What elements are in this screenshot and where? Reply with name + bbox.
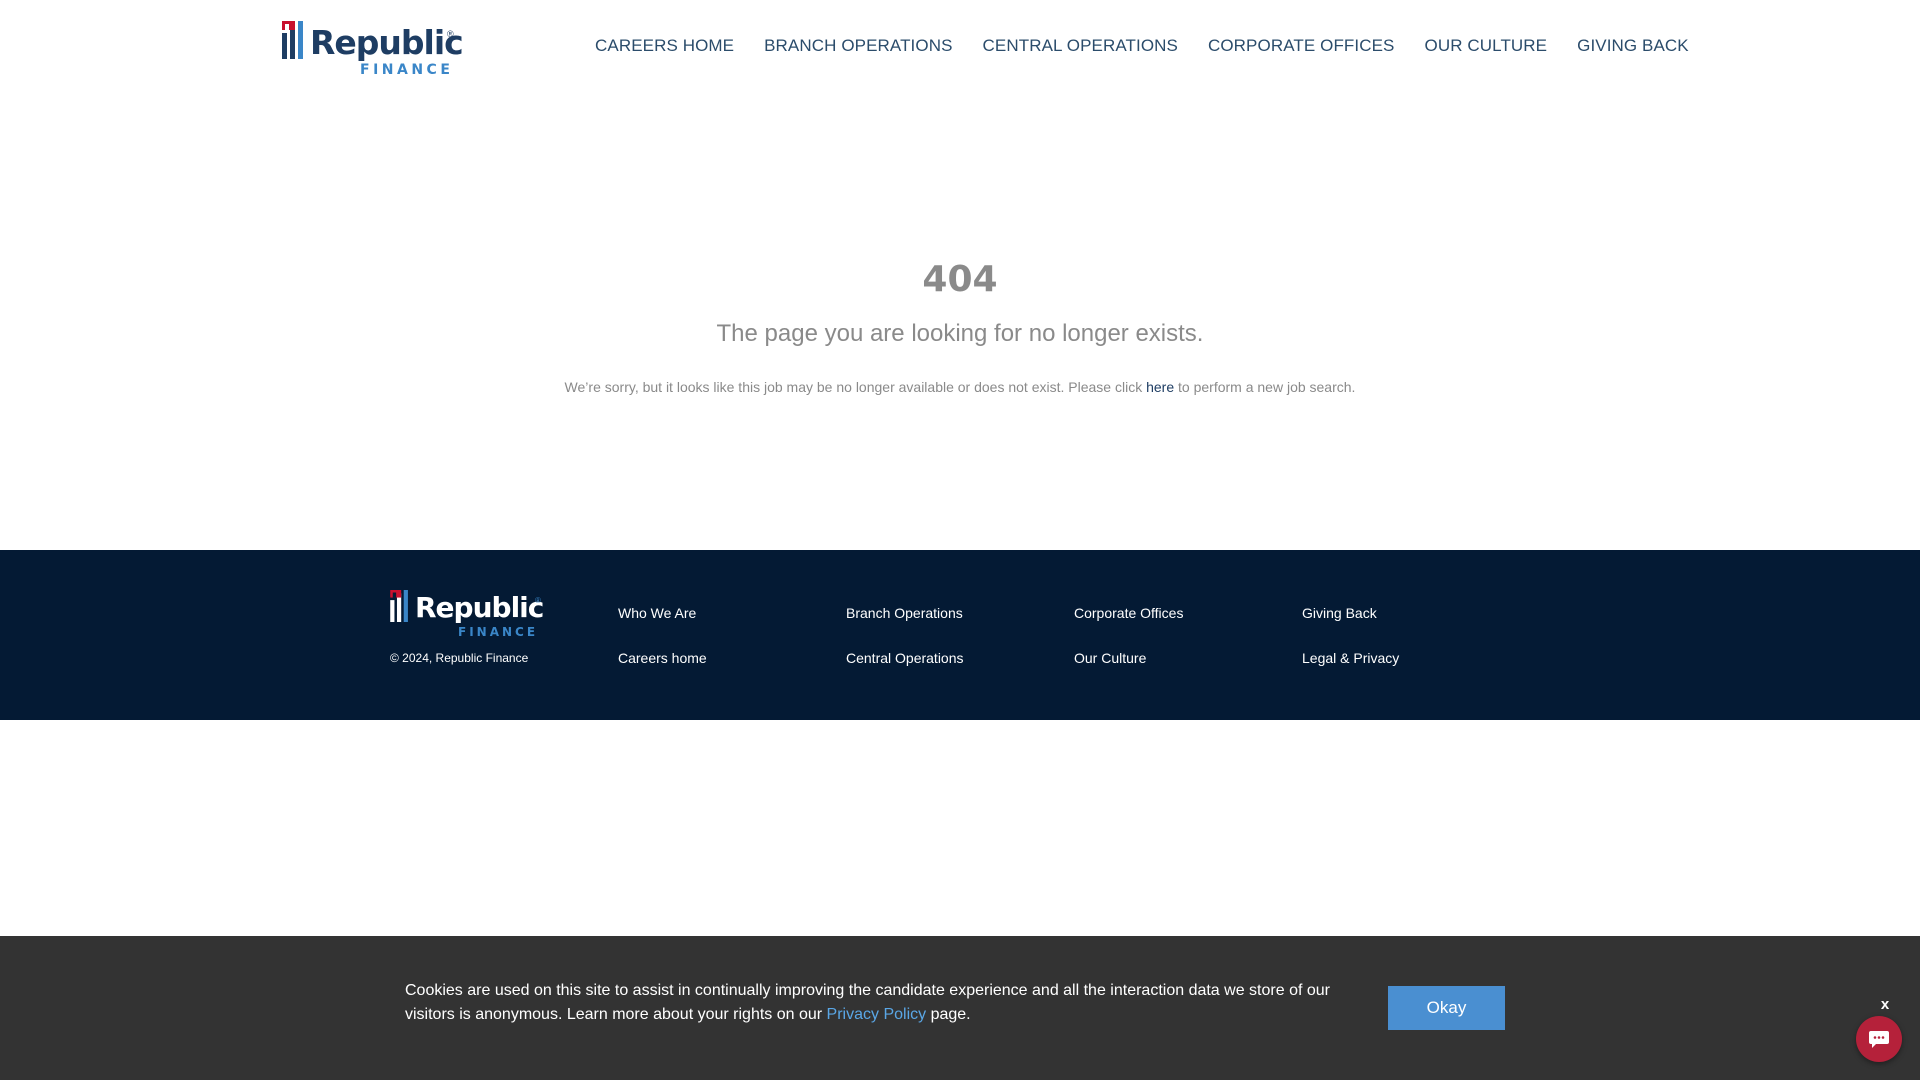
footer-logo-registered-mark: ® [535, 596, 541, 605]
footer-link-giving-back[interactable]: Giving Back [1302, 605, 1377, 621]
nav-careers-home[interactable]: CAREERS HOME [595, 36, 734, 56]
nav-our-culture[interactable]: OUR CULTURE [1425, 36, 1548, 56]
error-code: 404 [922, 259, 998, 300]
footer-links: Who We Are Branch Operations Corporate O… [618, 605, 1418, 666]
footer-link-corporate-offices[interactable]: Corporate Offices [1074, 605, 1183, 621]
footer-link-central-operations[interactable]: Central Operations [846, 650, 964, 666]
copyright: © 2024, Republic Finance [390, 651, 529, 665]
error-title: The page you are looking for no longer e… [716, 320, 1204, 347]
footer-logo-subtitle: FINANCE [458, 625, 539, 639]
nav-corporate-offices[interactable]: CORPORATE OFFICES [1208, 36, 1395, 56]
new-search-link[interactable]: here [1146, 379, 1174, 395]
footer-logo-bars-icon [390, 590, 408, 622]
error-message-after: to perform a new job search. [1174, 379, 1356, 395]
logo-wordmark: Republic [310, 23, 464, 62]
nav-branch-operations[interactable]: BRANCH OPERATIONS [764, 36, 952, 56]
logo-registered-mark: ® [447, 29, 454, 39]
privacy-policy-link[interactable]: Privacy Policy [827, 1006, 927, 1023]
footer-logo[interactable]: Republic ® FINANCE [390, 590, 545, 640]
cookie-okay-button[interactable]: Okay [1388, 986, 1505, 1030]
footer-link-who-we-are[interactable]: Who We Are [618, 605, 696, 621]
republic-finance-logo[interactable]: Republic ® FINANCE [282, 21, 464, 79]
footer-link-branch-operations[interactable]: Branch Operations [846, 605, 963, 621]
error-message-before: We’re sorry, but it looks like this job … [564, 379, 1147, 395]
main-nav: CAREERS HOME BRANCH OPERATIONS CENTRAL O… [595, 36, 1689, 56]
chat-button[interactable] [1856, 1016, 1902, 1062]
cookie-banner: Cookies are used on this site to assist … [0, 936, 1920, 1080]
site-header: Republic ® FINANCE CAREERS HOME BRANCH O… [0, 0, 1920, 100]
footer-link-legal-privacy[interactable]: Legal & Privacy [1302, 650, 1399, 666]
nav-central-operations[interactable]: CENTRAL OPERATIONS [983, 36, 1178, 56]
logo-bars-icon [282, 21, 303, 59]
error-message: We’re sorry, but it looks like this job … [0, 378, 1920, 396]
site-footer: Republic ® FINANCE © 2024, Republic Fina… [0, 550, 1920, 720]
nav-giving-back[interactable]: GIVING BACK [1577, 36, 1689, 56]
footer-logo-wordmark: Republic [415, 591, 544, 624]
footer-link-careers-home[interactable]: Careers home [618, 650, 707, 666]
footer-link-our-culture[interactable]: Our Culture [1074, 650, 1146, 666]
logo-subtitle: FINANCE [360, 62, 454, 78]
cookie-message: Cookies are used on this site to assist … [405, 979, 1335, 1027]
cookie-message-after: page. [926, 1006, 971, 1023]
close-icon[interactable]: x [1877, 995, 1893, 1015]
chat-bubble-icon [1869, 1031, 1889, 1048]
